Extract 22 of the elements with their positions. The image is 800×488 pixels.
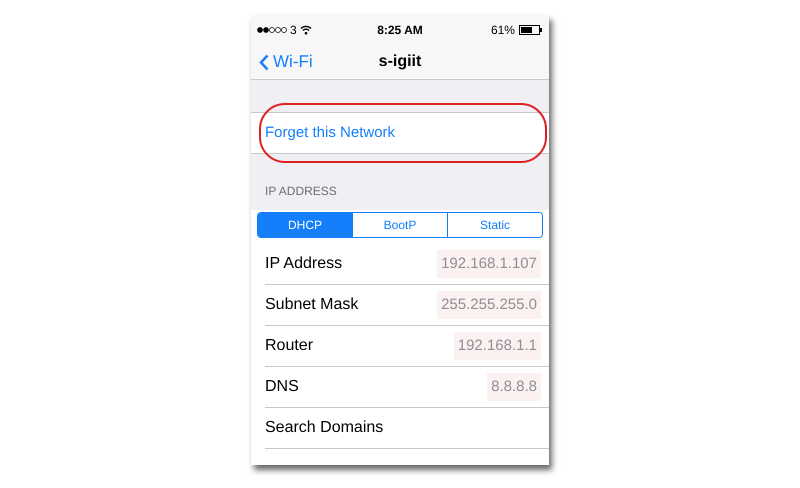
field-value: 255.255.255.0 xyxy=(437,290,541,320)
clock-time: 8:25 AM xyxy=(377,22,423,39)
forget-network-button[interactable]: Forget this Network xyxy=(251,112,549,154)
segment-tab[interactable]: Static xyxy=(447,213,542,237)
wifi-icon xyxy=(300,25,312,35)
field-label: IP Address xyxy=(265,254,342,274)
field-label: Router xyxy=(265,336,314,356)
section-header: IP ADDRESS xyxy=(265,183,337,200)
field-value: 192.168.1.107 xyxy=(437,250,541,278)
battery-icon xyxy=(518,25,543,35)
field-value: 8.8.8.8 xyxy=(487,372,541,402)
segment-tab[interactable]: DHCP xyxy=(258,213,352,237)
field-value: 192.168.1.1 xyxy=(454,332,541,360)
back-button[interactable]: Wi-Fi xyxy=(251,49,313,75)
chevron-left-icon xyxy=(259,54,269,70)
field-label: Subnet Mask xyxy=(265,295,358,315)
field-label: Search Domains xyxy=(265,418,384,438)
battery-percent: 61% xyxy=(490,22,515,39)
field-label: DNS xyxy=(265,377,299,397)
signal-icon xyxy=(257,27,287,33)
nav-title: s-igiit xyxy=(378,52,422,72)
carrier-label: 3 xyxy=(290,22,297,39)
